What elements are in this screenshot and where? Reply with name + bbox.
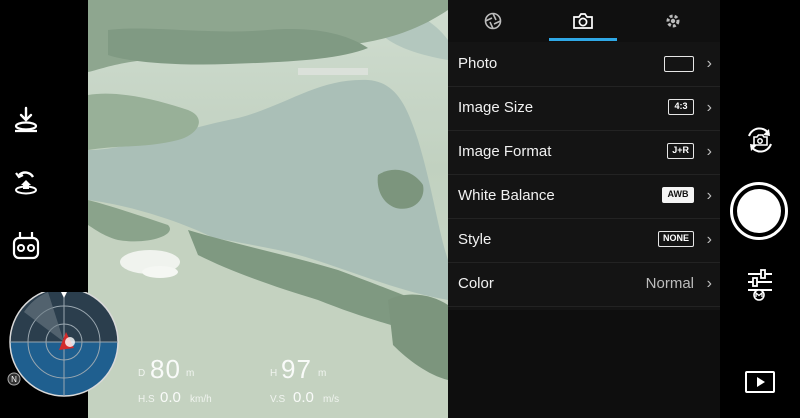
remote-controller-icon bbox=[12, 232, 40, 260]
height-label: H bbox=[270, 368, 278, 379]
setting-label: Photo bbox=[458, 55, 498, 72]
setting-row-photo[interactable]: Photo › bbox=[448, 42, 720, 87]
chevron-right-icon: › bbox=[706, 187, 712, 204]
flight-telemetry: D 80 m H 97 m H.S 0.0 km/h V.S 0.0 m/s bbox=[138, 352, 448, 418]
height-value: 97 bbox=[281, 354, 312, 384]
setting-label: Image Size bbox=[458, 99, 534, 116]
color-value: Normal bbox=[645, 275, 694, 292]
setting-label: White Balance bbox=[458, 187, 555, 204]
horizontal-speed-value: 0.0 bbox=[160, 389, 181, 406]
white-balance-badge: AWB bbox=[662, 187, 694, 203]
setting-label: Image Format bbox=[458, 143, 552, 160]
camera-icon bbox=[573, 13, 593, 29]
horizontal-speed-unit: km/h bbox=[190, 394, 212, 405]
vertical-speed-value: 0.0 bbox=[293, 389, 314, 406]
remote-controller-button[interactable] bbox=[6, 226, 46, 266]
right-control-bar bbox=[720, 0, 800, 418]
chevron-right-icon: › bbox=[706, 55, 712, 72]
height-unit: m bbox=[318, 368, 327, 379]
distance-value: 80 bbox=[150, 354, 181, 384]
distance-label: D bbox=[138, 368, 146, 379]
active-tab-indicator bbox=[549, 38, 617, 41]
radar-icon: N bbox=[7, 287, 119, 397]
setting-label: Color bbox=[458, 275, 494, 292]
landing-icon bbox=[14, 106, 38, 133]
chevron-right-icon: › bbox=[706, 99, 712, 116]
camera-settings-button[interactable] bbox=[744, 268, 776, 302]
sliders-icon bbox=[748, 269, 772, 301]
panel-empty-area bbox=[448, 310, 720, 418]
shutter-inner bbox=[737, 189, 781, 233]
image-size-badge: 4:3 bbox=[668, 99, 694, 115]
setting-row-image-format[interactable]: Image Format J+R › bbox=[448, 130, 720, 175]
camera-feed[interactable]: D 80 m H 97 m H.S 0.0 km/h V.S 0.0 m/s bbox=[88, 0, 448, 418]
playback-button[interactable] bbox=[744, 370, 776, 394]
switch-camera-mode-button[interactable] bbox=[742, 122, 778, 158]
settings-tabs bbox=[448, 0, 720, 42]
tab-camera[interactable] bbox=[538, 0, 628, 42]
gear-icon bbox=[666, 14, 680, 28]
setting-row-image-size[interactable]: Image Size 4:3 › bbox=[448, 86, 720, 131]
attitude-radar[interactable]: N bbox=[4, 287, 124, 412]
north-indicator: N bbox=[11, 375, 17, 384]
horizontal-speed-label: H.S bbox=[138, 394, 155, 405]
switch-camera-icon bbox=[748, 127, 772, 153]
auto-landing-button[interactable] bbox=[6, 100, 46, 140]
setting-row-white-balance[interactable]: White Balance AWB › bbox=[448, 174, 720, 219]
setting-row-color[interactable]: Color Normal › bbox=[448, 262, 720, 307]
return-home-icon bbox=[15, 171, 37, 195]
tab-general-settings[interactable] bbox=[628, 0, 718, 42]
chevron-right-icon: › bbox=[706, 231, 712, 248]
shutter-button[interactable] bbox=[730, 182, 788, 240]
vertical-speed-unit: m/s bbox=[323, 394, 340, 405]
distance-unit: m bbox=[186, 368, 195, 379]
style-badge: NONE bbox=[657, 231, 694, 247]
setting-label: Style bbox=[458, 231, 492, 248]
return-to-home-button[interactable] bbox=[6, 162, 46, 202]
image-format-badge: J+R bbox=[667, 143, 694, 159]
chevron-right-icon: › bbox=[706, 143, 712, 160]
chevron-right-icon: › bbox=[706, 275, 712, 292]
photo-mode-badge bbox=[664, 56, 694, 72]
tab-exposure[interactable] bbox=[448, 0, 538, 42]
playback-icon bbox=[745, 371, 775, 393]
aperture-icon bbox=[484, 12, 502, 30]
camera-settings-panel: Photo › Image Size 4:3 › Image Format J+… bbox=[448, 0, 720, 418]
vertical-speed-label: V.S bbox=[270, 394, 286, 405]
setting-row-style[interactable]: Style NONE › bbox=[448, 218, 720, 263]
